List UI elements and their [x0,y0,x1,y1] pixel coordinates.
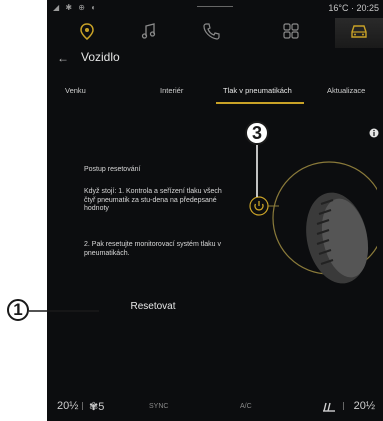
divider [343,402,344,410]
back-arrow-icon[interactable]: ← [57,51,69,65]
ac-button[interactable]: A/C [240,403,252,410]
page-title: Vozidlo [81,50,120,64]
location-icon[interactable] [77,22,97,40]
temp-right[interactable]: 20½ [354,400,375,412]
music-icon[interactable] [139,22,159,40]
callout-3: 3 [245,121,269,145]
fan-speed-left[interactable]: ✾5 [89,400,104,413]
car-icon[interactable] [349,22,369,40]
tab-venku[interactable]: Venku [65,86,86,95]
climate-bar: 20½ ✾5 SYNC A/C 20½ [47,390,383,421]
status-temp-time: 16°C · 20:25 [328,3,379,13]
tpms-power-icon [249,196,269,216]
instructions-heading: Postup resetování [84,166,141,173]
tab-interier[interactable]: Interiér [160,86,183,95]
tab-tlak-v-pneumatikach[interactable]: Tlak v pneumatikách [223,86,292,95]
callout-1: 1 [7,299,29,321]
instructions-step-2: 2. Pak resetujte monitorovací systém tla… [84,241,221,257]
phone-icon[interactable] [201,22,221,40]
top-navigation [47,18,383,48]
status-bar: ◢ ✱ ⊕ ◐ 16°C · 20:25 [47,0,383,14]
sync-button[interactable]: SYNC [149,403,168,410]
tab-bar: Venku Interiér Tlak v pneumatikách Aktua… [47,86,383,108]
callout-3-leader-line [256,145,258,197]
callout-1-leader-line [29,310,99,312]
infotainment-screen: ◢ ✱ ⊕ ◐ 16°C · 20:25 ← Vozidlo Venku Int… [47,0,383,421]
fan-speed-value: 5 [98,401,105,413]
apps-grid-icon[interactable] [281,22,301,40]
fan-icon: ✾ [89,401,99,413]
seat-heat-icon[interactable] [321,399,337,413]
active-tab-indicator [216,102,304,104]
tab-aktualizace[interactable]: Aktualizace [327,86,365,95]
status-divider [197,6,233,7]
instructions-step-1: Když stojí: 1. Kontrola a seřízení tlaku… [84,188,222,212]
divider [82,402,83,410]
temp-left[interactable]: 20½ [57,400,78,412]
status-icons: ◢ ✱ ⊕ ◐ [53,3,99,12]
reset-button[interactable]: Resetovat [99,296,207,316]
